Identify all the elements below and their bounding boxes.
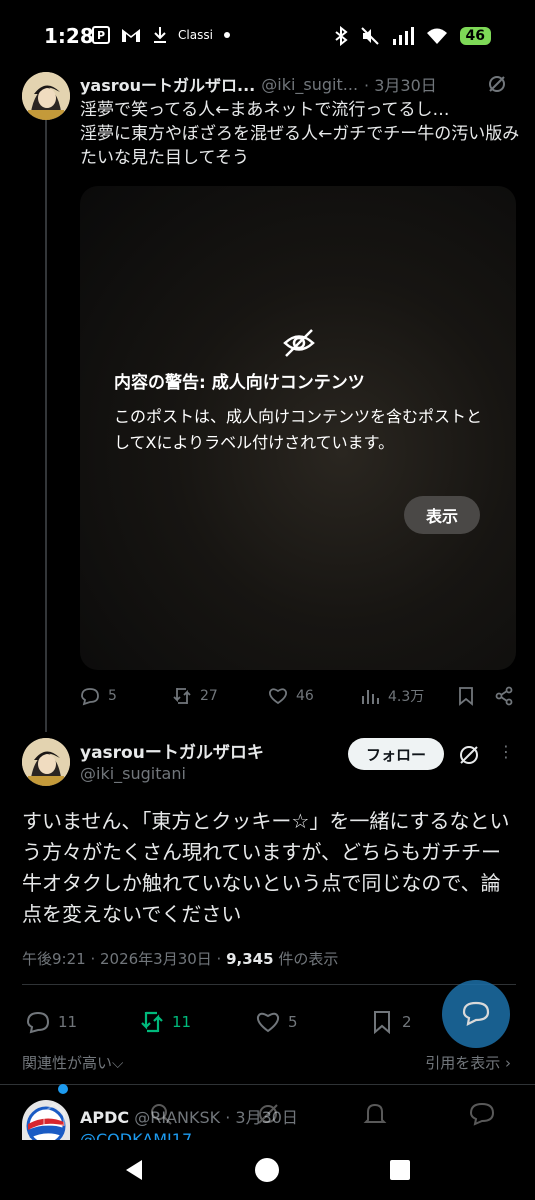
post1-like-count: 46 bbox=[296, 688, 314, 704]
post1-like-button[interactable]: 46 bbox=[268, 686, 314, 706]
post2-bookmark-button[interactable]: 2 bbox=[370, 1010, 412, 1034]
show-media-button[interactable]: 表示 bbox=[404, 496, 480, 534]
post1-views-button[interactable]: 4.3万 bbox=[360, 686, 424, 706]
post1-repost-button[interactable]: 27 bbox=[172, 686, 218, 706]
views-icon bbox=[362, 690, 379, 704]
heart-icon bbox=[269, 688, 287, 705]
post1-author-name[interactable]: yasrouートガルザロ... bbox=[80, 72, 255, 96]
wifi-icon bbox=[426, 28, 447, 44]
repost-icon bbox=[173, 688, 191, 704]
post2-bookmark-count: 2 bbox=[402, 1013, 412, 1031]
pepsi-logo-icon bbox=[26, 1106, 66, 1140]
post2-view-count: 9,345 bbox=[226, 950, 274, 968]
back-nav-icon[interactable] bbox=[122, 1158, 146, 1182]
heart-icon bbox=[256, 1012, 280, 1033]
avatar-image bbox=[22, 738, 70, 786]
sort-replies-dropdown[interactable]: 関連性が高い⌵ bbox=[22, 1052, 123, 1073]
post2-author-name[interactable]: yasrouートガルザロキ bbox=[80, 738, 264, 763]
status-bar: 1:28 P Classi 46 bbox=[0, 0, 535, 76]
sensitive-media-card: 内容の警告: 成人向けコンテンツ このポストは、成人向けコンテンツを含むポストと… bbox=[80, 186, 516, 670]
post1-avatar[interactable] bbox=[22, 72, 70, 120]
post2-text: すいません、「東方とクッキー☆」を一緒にするなという方々がたくさん現れていますが… bbox=[22, 809, 510, 926]
post2-meta: 午後9:21 · 2026年3月30日 · 9,345 件の表示 bbox=[22, 948, 338, 969]
hidden-eye-icon bbox=[283, 329, 315, 357]
dot-icon bbox=[223, 32, 230, 38]
post1-text: 淫夢で笑ってる人←まあネットで流行ってるし… 淫夢に東方やぼざろを混ぜる人←ガチ… bbox=[80, 98, 520, 170]
messages-tab-icon[interactable] bbox=[469, 1101, 495, 1127]
post2-reply-button[interactable]: 11 bbox=[26, 1010, 77, 1034]
download-icon bbox=[154, 27, 166, 43]
post1-action-bar: 5 27 46 4.3万 bbox=[80, 686, 520, 714]
show-quotes-link[interactable]: 引用を表示 › bbox=[425, 1052, 511, 1073]
post1-repost-count: 27 bbox=[200, 688, 218, 704]
divider bbox=[22, 984, 516, 985]
grok-icon[interactable] bbox=[487, 74, 507, 94]
more-options-icon[interactable]: ⋮ bbox=[498, 742, 514, 761]
post1-reply-count: 5 bbox=[108, 688, 117, 704]
thread-connector-line bbox=[45, 120, 47, 732]
post1-header: yasrouートガルザロ... @iki_sugit... · 3月30日 bbox=[80, 72, 437, 96]
post1-handle[interactable]: @iki_sugit... bbox=[261, 75, 358, 94]
grok-icon[interactable] bbox=[458, 744, 480, 766]
reply-icon bbox=[81, 688, 99, 706]
reply-handle[interactable]: @RIANKSK bbox=[134, 1108, 220, 1127]
gmail-icon bbox=[122, 29, 140, 42]
post2-timestamp[interactable]: 午後9:21 · 2026年3月30日 · bbox=[22, 950, 226, 968]
post2-like-count: 5 bbox=[288, 1013, 298, 1031]
reply-date[interactable]: · 3月30日 bbox=[225, 1108, 298, 1127]
warning-body: このポストは、成人向けコンテンツを含むポストとしてXによりラベル付けされています… bbox=[114, 407, 483, 452]
reply-mention[interactable]: @CODKAMI17 bbox=[80, 1130, 192, 1140]
post2-handle[interactable]: @iki_sugitani bbox=[80, 764, 186, 783]
compose-reply-fab[interactable] bbox=[442, 980, 510, 1048]
post2-repost-button[interactable]: 11 bbox=[140, 1010, 191, 1034]
post2-view-suffix: 件の表示 bbox=[273, 950, 339, 968]
reply-author-name[interactable]: APDC bbox=[80, 1108, 129, 1127]
bookmark-icon bbox=[374, 1011, 390, 1034]
share-icon[interactable] bbox=[494, 686, 514, 706]
system-icons: 46 bbox=[334, 26, 491, 46]
avatar-image bbox=[22, 72, 70, 120]
mute-icon bbox=[360, 27, 379, 45]
post2-reply-count: 11 bbox=[58, 1013, 78, 1031]
post1-text-line2: 淫夢に東方やぼざろを混ぜる人←ガチでチー牛の汚い版みたいな見た目してそう bbox=[80, 124, 520, 168]
reply-icon bbox=[26, 1011, 50, 1034]
bluetooth-icon bbox=[334, 26, 348, 46]
bookmark-icon[interactable] bbox=[456, 686, 476, 706]
reply-header: APDC @RIANKSK · 3月30日 bbox=[80, 1104, 298, 1128]
post1-reply-button[interactable]: 5 bbox=[80, 686, 117, 706]
divider bbox=[0, 1084, 535, 1085]
post2-like-button[interactable]: 5 bbox=[256, 1010, 298, 1034]
p-app-icon: P bbox=[92, 26, 110, 44]
compose-icon bbox=[462, 1001, 490, 1026]
notification-icons: P Classi bbox=[92, 26, 231, 44]
reply-avatar[interactable] bbox=[22, 1100, 70, 1140]
signal-icon bbox=[392, 27, 414, 45]
notification-badge bbox=[58, 1084, 68, 1094]
post2-avatar[interactable] bbox=[22, 738, 70, 786]
classi-app-label: Classi bbox=[178, 28, 213, 42]
post1-date[interactable]: · 3月30日 bbox=[364, 72, 437, 96]
warning-title: 内容の警告: 成人向けコンテンツ bbox=[114, 373, 365, 393]
battery-indicator: 46 bbox=[459, 27, 491, 45]
post2-repost-count: 11 bbox=[172, 1013, 192, 1031]
follow-button[interactable]: フォロー bbox=[348, 738, 444, 770]
home-nav-icon[interactable] bbox=[255, 1158, 279, 1182]
notifications-tab-icon[interactable] bbox=[362, 1101, 388, 1127]
recents-nav-icon[interactable] bbox=[390, 1160, 410, 1180]
status-time: 1:28 bbox=[44, 24, 94, 48]
post1-view-count: 4.3万 bbox=[388, 689, 425, 705]
repost-icon bbox=[141, 1011, 163, 1033]
post1-text-line1: 淫夢で笑ってる人←まあネットで流行ってるし… bbox=[80, 100, 450, 120]
